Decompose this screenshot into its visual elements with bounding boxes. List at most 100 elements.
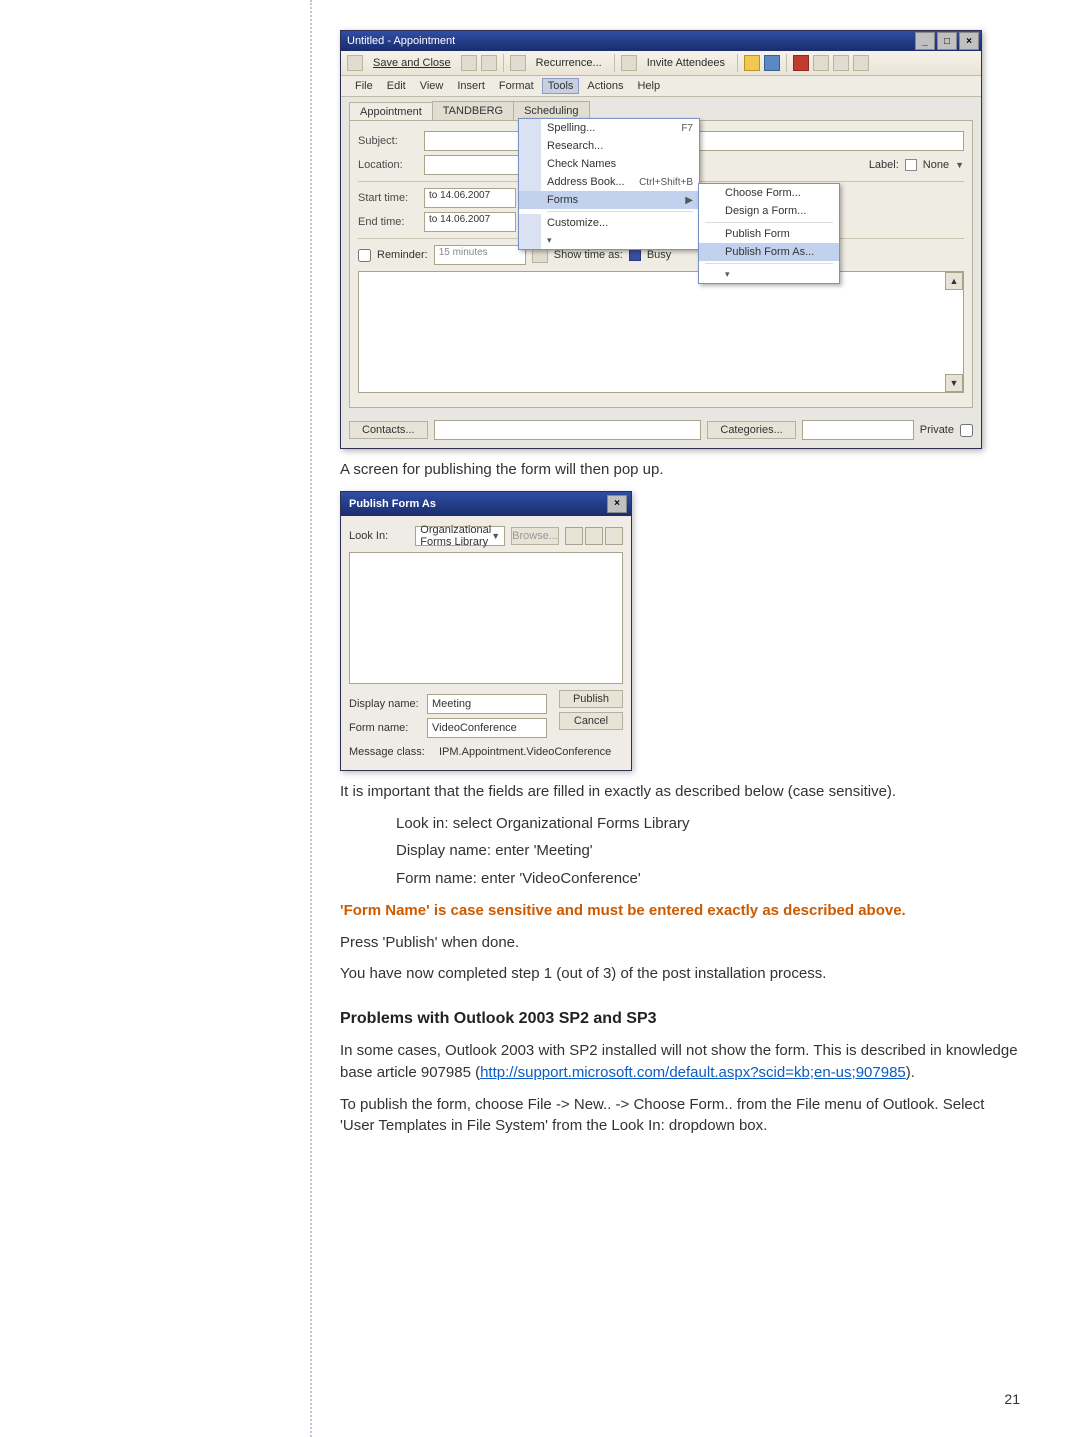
appointment-form: Spelling... F7 Research... Check Names A… [349,120,973,408]
notes-textarea[interactable]: ▲ ▼ [358,271,964,393]
li-formname: Form name: enter 'VideoConference' [396,868,1020,890]
importance-low-icon[interactable] [764,55,780,71]
tools-spelling-label: Spelling... [547,122,595,134]
tools-dropdown: Spelling... F7 Research... Check Names A… [518,118,700,250]
tools-expand[interactable]: ▾ [519,232,699,249]
label-label: Label: [869,159,899,171]
cancel-button[interactable]: Cancel [559,712,623,730]
categories-button[interactable]: Categories... [707,421,795,439]
menu-tools[interactable]: Tools [542,78,580,94]
publish-button[interactable]: Publish [559,690,623,708]
section-heading-problems: Problems with Outlook 2003 SP2 and SP3 [340,1007,1020,1030]
prev-icon[interactable] [813,55,829,71]
p-press-publish: Press 'Publish' when done. [340,932,1020,954]
categories-field[interactable] [802,420,914,440]
p-completed-step: You have now completed step 1 (out of 3)… [340,963,1020,985]
forms-publish-form-as[interactable]: Publish Form As... [699,243,839,261]
contacts-field[interactable] [434,420,702,440]
window-maximize-button[interactable]: □ [937,32,957,50]
print-icon[interactable] [461,55,477,71]
end-time-label: End time: [358,216,418,228]
help-icon[interactable] [853,55,869,71]
recurrence-button[interactable]: Recurrence... [530,55,608,71]
tools-address-book[interactable]: Address Book... Ctrl+Shift+B [519,173,699,191]
invite-icon [621,55,637,71]
message-class-label: Message class: [349,746,433,758]
dialog-close-button[interactable]: × [607,495,627,513]
window-close-button[interactable]: × [959,32,979,50]
end-date-input[interactable]: to 14.06.2007 [424,212,516,232]
scroll-up-button[interactable]: ▲ [945,272,963,290]
tools-customize[interactable]: Customize... [519,214,699,232]
invite-attendees-button[interactable]: Invite Attendees [641,55,731,71]
li-displayname: Display name: enter 'Meeting' [396,840,1020,862]
tab-appointment[interactable]: Appointment [349,102,433,121]
document-body: It is important that the fields are fill… [340,781,1020,1137]
attach-icon[interactable] [481,55,497,71]
look-in-dropdown[interactable]: Organizational Forms Library ▼ [415,526,505,546]
reminder-checkbox[interactable] [358,249,371,262]
view-details-icon[interactable] [585,527,603,545]
forms-choose-form[interactable]: Choose Form... [699,184,839,202]
look-in-label: Look In: [349,530,409,542]
menu-insert[interactable]: Insert [451,78,491,94]
li-lookin: Look in: select Organizational Forms Lib… [396,813,1020,835]
window-titlebar: Untitled - Appointment _ □ × [341,31,981,51]
window-title: Untitled - Appointment [347,35,455,47]
browse-button[interactable]: Browse... [511,527,559,545]
tab-strip: Appointment TANDBERG Scheduling [341,97,981,120]
delete-icon[interactable] [793,55,809,71]
label-dropdown-icon[interactable]: ▼ [955,160,964,170]
tools-spelling-shortcut: F7 [681,123,693,134]
tools-forms-label: Forms [547,194,578,206]
toolbar: Save and Close Recurrence... Invite Atte… [341,51,981,76]
window-minimize-button[interactable]: _ [915,32,935,50]
show-time-as-value: Busy [647,249,671,261]
private-checkbox[interactable] [960,424,973,437]
menu-view[interactable]: View [414,78,450,94]
scroll-down-button[interactable]: ▼ [945,374,963,392]
submenu-arrow-icon: ▶ [685,195,693,206]
start-date-input[interactable]: to 14.06.2007 [424,188,516,208]
form-name-label: Form name: [349,722,421,734]
menu-format[interactable]: Format [493,78,540,94]
kb-link[interactable]: http://support.microsoft.com/default.asp… [480,1064,906,1081]
page-number: 21 [1004,1391,1020,1407]
save-and-close-button[interactable]: Save and Close [367,55,457,71]
dialog-titlebar: Publish Form As × [341,492,631,516]
forms-design-form[interactable]: Design a Form... [699,202,839,220]
forms-listbox[interactable] [349,552,623,684]
private-label: Private [920,424,954,436]
tab-tandberg[interactable]: TANDBERG [432,101,514,120]
reminder-value-input[interactable]: 15 minutes [434,245,526,265]
tools-forms[interactable]: Forms ▶ [519,191,699,209]
forms-expand[interactable]: ▾ [699,266,839,283]
menu-file[interactable]: File [349,78,379,94]
importance-high-icon[interactable] [744,55,760,71]
contacts-button[interactable]: Contacts... [349,421,428,439]
busy-color-swatch [629,249,641,261]
menu-help[interactable]: Help [631,78,666,94]
dropdown-arrow-icon: ▼ [491,531,500,541]
label-color-swatch [905,159,917,171]
menubar: File Edit View Insert Format Tools Actio… [341,76,981,97]
menu-actions[interactable]: Actions [581,78,629,94]
tools-address-book-shortcut: Ctrl+Shift+B [639,177,693,188]
p-warning: 'Form Name' is case sensitive and must b… [340,900,1020,922]
p-kb-article: In some cases, Outlook 2003 with SP2 ins… [340,1040,1020,1084]
publish-form-dialog: Publish Form As × Look In: Organizationa… [340,491,632,771]
menu-edit[interactable]: Edit [381,78,412,94]
form-name-input[interactable]: VideoConference [427,718,547,738]
bottom-bar: Contacts... Categories... Private [341,416,981,448]
view-list-icon[interactable] [565,527,583,545]
tools-check-names[interactable]: Check Names [519,155,699,173]
look-in-value: Organizational Forms Library [420,524,491,548]
display-name-input[interactable]: Meeting [427,694,547,714]
label-value: None [923,159,949,171]
show-time-as-label: Show time as: [554,249,623,261]
tools-research[interactable]: Research... [519,137,699,155]
view-preview-icon[interactable] [605,527,623,545]
tools-spelling[interactable]: Spelling... F7 [519,119,699,137]
forms-publish-form[interactable]: Publish Form [699,225,839,243]
next-icon[interactable] [833,55,849,71]
